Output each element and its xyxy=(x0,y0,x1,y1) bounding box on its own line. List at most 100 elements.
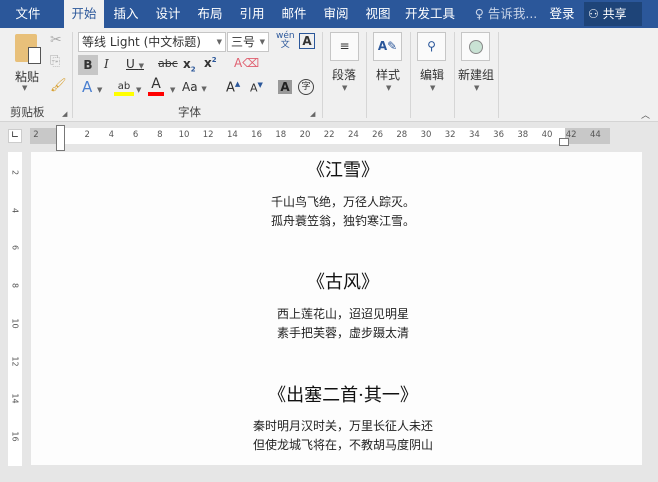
ruler-tick-label: 44 xyxy=(589,130,601,140)
ruler-tick-label: 28 xyxy=(396,130,408,140)
ruler-tick-label: 14 xyxy=(10,393,20,404)
share-label: 共享 xyxy=(602,7,627,21)
font-color-button[interactable]: A xyxy=(148,76,164,96)
clipboard-launcher-icon[interactable]: ◢ xyxy=(62,110,67,118)
subscript-button[interactable]: x2 xyxy=(183,57,196,73)
styles-caret: ▼ xyxy=(386,84,392,92)
ruler-tick-label: 32 xyxy=(444,130,456,140)
document-page[interactable]: 《江雪》 千山鸟飞绝，万径人踪灭。 孤舟蓑笠翁，独钓寒江雪。 《古风》 西上莲花… xyxy=(31,152,642,465)
ruler-tick-label: 34 xyxy=(468,130,480,140)
new-group-label: 新建组 xyxy=(458,68,495,82)
paste-button[interactable] xyxy=(10,34,42,66)
new-group-button[interactable] xyxy=(461,32,490,61)
styles-button[interactable]: A✎ xyxy=(373,32,402,61)
ruler-tick-label: 6 xyxy=(10,245,20,251)
font-launcher-icon[interactable]: ◢ xyxy=(310,110,315,118)
bold-button[interactable]: B xyxy=(78,55,98,75)
editing-button[interactable]: ⚲ xyxy=(417,32,446,61)
paragraph-button[interactable]: ≡ xyxy=(330,32,359,61)
ruler-tick-label: 4 xyxy=(10,207,20,213)
tell-me-box[interactable]: ♀ 告诉我... xyxy=(470,0,542,28)
poem-line: 千山鸟飞绝，万径人踪灭。 xyxy=(270,195,415,209)
tab-mailings[interactable]: 邮件 xyxy=(276,0,312,28)
paste-dropdown-caret[interactable]: ▼ xyxy=(22,84,27,92)
highlight-color-button[interactable]: ab xyxy=(114,78,134,96)
highlight-dropdown[interactable]: ▼ xyxy=(136,86,141,94)
ruler-tick-label: 42 xyxy=(565,130,577,140)
font-size-value: 三号 xyxy=(231,35,256,49)
superscript-button[interactable]: x2 xyxy=(204,56,217,70)
tab-review[interactable]: 审阅 xyxy=(318,0,354,28)
ruler-tick-label: 2 xyxy=(33,130,39,140)
vertical-ruler[interactable] xyxy=(8,152,22,466)
styles-label: 样式 xyxy=(376,68,401,82)
ruler-tick-label: 38 xyxy=(517,130,529,140)
share-button[interactable]: ⚇ 共享 xyxy=(584,2,642,26)
lightbulb-icon: ♀ xyxy=(474,6,484,21)
shrink-font-button[interactable]: A▼ xyxy=(250,81,263,95)
character-shading-button[interactable]: A xyxy=(278,80,292,94)
ruler-tick-label: 26 xyxy=(372,130,383,140)
phonetic-guide-icon[interactable]: wén 文 xyxy=(276,32,295,50)
ruler-tick-label: 36 xyxy=(493,130,504,140)
poem-line: 素手把芙蓉，虚步蹑太清 xyxy=(276,326,409,340)
ruler-tick-label: 2 xyxy=(84,130,90,140)
cut-icon[interactable]: ✂ xyxy=(50,32,62,48)
ruler-tick-label: 6 xyxy=(132,130,139,140)
ruler-tick-label: 2 xyxy=(10,169,20,176)
underline-button[interactable]: U ▼ xyxy=(126,57,144,71)
paste-label: 粘贴 xyxy=(14,70,39,84)
editing-caret: ▼ xyxy=(430,84,436,92)
font-group-label: 字体 xyxy=(178,105,201,119)
styles-icon: A✎ xyxy=(377,39,398,53)
clear-formatting-icon[interactable]: A⌫ xyxy=(234,56,259,70)
grow-font-button[interactable]: A▲ xyxy=(226,80,240,95)
character-border-icon[interactable]: A xyxy=(299,33,315,49)
poem-title: 《出塞二首·其一》 xyxy=(268,385,418,406)
tell-me-text: 告诉我... xyxy=(487,6,538,21)
poem-line: 孤舟蓑笠翁，独钓寒江雪。 xyxy=(270,214,415,228)
tab-design[interactable]: 设计 xyxy=(150,0,186,28)
italic-button[interactable]: I xyxy=(104,57,109,71)
ruler-tick-label: 30 xyxy=(420,130,432,140)
clipboard-icon xyxy=(15,34,41,64)
font-name-value: 等线 Light (中文标题) xyxy=(82,35,201,49)
ribbon-tab-bar: 文件 开始 插入 设计 布局 引用 邮件 审阅 视图 开发工具 ♀ 告诉我...… xyxy=(0,0,658,28)
tab-developer[interactable]: 开发工具 xyxy=(402,0,458,28)
add-user-icon: ⚇ xyxy=(588,7,599,21)
font-color-dropdown[interactable]: ▼ xyxy=(170,86,175,94)
ruler-tick-label: 10 xyxy=(178,130,190,140)
paragraph-caret: ▼ xyxy=(342,84,348,92)
text-effects-button[interactable]: A ▼ xyxy=(82,78,102,96)
font-size-select[interactable]: 三号 ▼ xyxy=(227,32,269,52)
enclose-characters-button[interactable]: 字 xyxy=(298,79,314,95)
tab-insert[interactable]: 插入 xyxy=(108,0,144,28)
tab-references[interactable]: 引用 xyxy=(234,0,270,28)
collapse-ribbon-icon[interactable]: ︿ xyxy=(641,108,650,121)
poem-line: 但使龙城飞将在，不教胡马度阴山 xyxy=(252,438,433,452)
poem-line: 秦时明月汉时关，万里长征人未还 xyxy=(252,419,433,433)
indent-marker[interactable] xyxy=(56,125,65,151)
font-name-select[interactable]: 等线 Light (中文标题) ▼ xyxy=(78,32,226,52)
format-painter-icon[interactable]: 🖌 xyxy=(50,78,67,93)
ruler-tick-label: 16 xyxy=(251,130,262,140)
login-link[interactable]: 登录 xyxy=(546,0,578,28)
clipboard-group-label: 剪贴板 xyxy=(10,105,45,119)
change-case-button[interactable]: Aa ▼ xyxy=(182,80,207,94)
ruler-tick-label: 40 xyxy=(541,130,553,140)
copy-icon[interactable]: ⎘ xyxy=(50,54,60,69)
tab-view[interactable]: 视图 xyxy=(360,0,396,28)
editing-label: 编辑 xyxy=(420,68,445,82)
font-color-bar xyxy=(148,92,164,96)
tab-file[interactable]: 文件 xyxy=(6,0,50,28)
poem-title: 《古风》 xyxy=(307,272,379,293)
tab-stop-selector[interactable]: ∟ xyxy=(8,129,22,143)
ruler-tick-label: 14 xyxy=(226,130,238,140)
highlight-color-bar xyxy=(114,92,134,96)
ruler-tick-label: 18 xyxy=(275,130,287,140)
strikethrough-button[interactable]: abc xyxy=(158,57,178,70)
ruler-tick-label: 20 xyxy=(299,130,311,140)
ruler-tick-label: 24 xyxy=(347,130,359,140)
tab-home[interactable]: 开始 xyxy=(64,0,104,28)
tab-layout[interactable]: 布局 xyxy=(192,0,228,28)
